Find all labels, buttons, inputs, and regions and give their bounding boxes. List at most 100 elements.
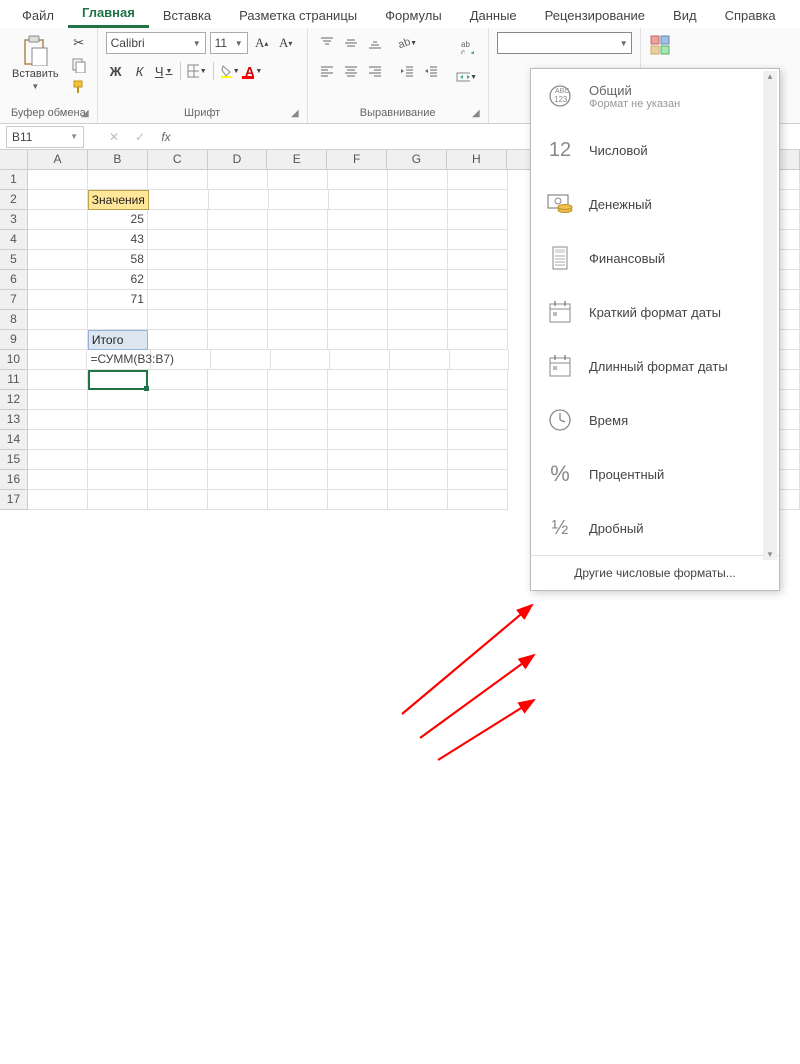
cell[interactable] xyxy=(448,190,508,210)
cell[interactable] xyxy=(388,410,448,430)
cell[interactable]: =СУММ(B3:B7) xyxy=(87,350,151,370)
cell[interactable] xyxy=(88,390,148,410)
name-box[interactable]: B11▼ xyxy=(6,126,84,148)
cell[interactable] xyxy=(388,490,448,510)
cell[interactable] xyxy=(28,190,88,210)
cell[interactable] xyxy=(268,230,328,250)
align-bottom-button[interactable] xyxy=(364,32,386,54)
format-time[interactable]: Время xyxy=(531,393,779,447)
col-header[interactable]: G xyxy=(387,150,447,170)
cell[interactable] xyxy=(388,310,448,330)
cell[interactable] xyxy=(448,490,508,510)
cell[interactable] xyxy=(268,290,328,310)
cell[interactable] xyxy=(149,190,209,210)
cut-button[interactable]: ✂ xyxy=(69,34,89,52)
cell[interactable] xyxy=(208,490,268,510)
cell[interactable] xyxy=(328,470,388,490)
cell[interactable] xyxy=(208,170,268,190)
tab-data[interactable]: Данные xyxy=(456,2,531,28)
align-center-button[interactable] xyxy=(340,60,362,82)
cell[interactable] xyxy=(448,290,508,310)
cell[interactable] xyxy=(28,310,88,330)
cell[interactable] xyxy=(208,370,268,390)
row-header[interactable]: 3 xyxy=(0,210,28,230)
font-dialog-icon[interactable]: ◢ xyxy=(291,108,299,119)
font-size-combo[interactable]: 11▼ xyxy=(210,32,248,54)
cell[interactable] xyxy=(269,190,329,210)
cell[interactable] xyxy=(208,470,268,490)
row-header[interactable]: 16 xyxy=(0,470,28,490)
cell[interactable] xyxy=(448,250,508,270)
cell[interactable] xyxy=(28,490,88,510)
row-header[interactable]: 1 xyxy=(0,170,28,190)
cell[interactable] xyxy=(329,190,389,210)
cell[interactable] xyxy=(388,330,448,350)
cell[interactable] xyxy=(328,170,388,190)
tab-review[interactable]: Рецензирование xyxy=(531,2,659,28)
row-header[interactable]: 5 xyxy=(0,250,28,270)
cell[interactable] xyxy=(148,410,208,430)
cell[interactable] xyxy=(271,350,331,370)
cell[interactable] xyxy=(328,230,388,250)
format-short-date[interactable]: Краткий формат даты xyxy=(531,285,779,339)
col-header[interactable]: E xyxy=(267,150,327,170)
cell[interactable] xyxy=(448,470,508,490)
cell[interactable] xyxy=(28,170,88,190)
cell[interactable] xyxy=(148,470,208,490)
cell[interactable] xyxy=(328,250,388,270)
tab-help[interactable]: Справка xyxy=(711,2,790,28)
cell[interactable]: 43 xyxy=(88,230,148,250)
row-header[interactable]: 14 xyxy=(0,430,28,450)
cell[interactable] xyxy=(268,370,328,390)
paste-button[interactable]: Вставить ▼ xyxy=(8,32,63,93)
fill-color-button[interactable]: ▼ xyxy=(220,60,240,82)
cell[interactable] xyxy=(88,430,148,450)
cell[interactable] xyxy=(448,310,508,330)
font-color-button[interactable]: A▼ xyxy=(244,60,264,82)
row-header[interactable]: 11 xyxy=(0,370,28,390)
col-header[interactable]: A xyxy=(28,150,88,170)
row-header[interactable]: 8 xyxy=(0,310,28,330)
cell[interactable] xyxy=(28,230,88,250)
align-top-button[interactable] xyxy=(316,32,338,54)
cell[interactable] xyxy=(448,170,508,190)
align-middle-button[interactable] xyxy=(340,32,362,54)
cell[interactable] xyxy=(148,230,208,250)
cell[interactable] xyxy=(268,170,328,190)
cell[interactable] xyxy=(388,230,448,250)
cell[interactable]: Итого xyxy=(88,330,148,350)
cell[interactable] xyxy=(28,390,88,410)
cell[interactable] xyxy=(268,310,328,330)
cell[interactable] xyxy=(88,170,148,190)
cell[interactable] xyxy=(148,210,208,230)
cell[interactable] xyxy=(148,170,208,190)
cell[interactable] xyxy=(208,310,268,330)
increase-indent-button[interactable] xyxy=(420,60,442,82)
row-header[interactable]: 6 xyxy=(0,270,28,290)
cell[interactable] xyxy=(148,490,208,510)
cell[interactable] xyxy=(148,310,208,330)
row-header[interactable]: 7 xyxy=(0,290,28,310)
cell[interactable] xyxy=(208,210,268,230)
cell[interactable] xyxy=(208,230,268,250)
format-currency[interactable]: Денежный xyxy=(531,177,779,231)
align-dialog-icon[interactable]: ◢ xyxy=(472,108,480,119)
cell[interactable] xyxy=(268,250,328,270)
cell[interactable] xyxy=(328,290,388,310)
format-accounting[interactable]: Финансовый xyxy=(531,231,779,285)
font-name-combo[interactable]: Calibri▼ xyxy=(106,32,206,54)
cell[interactable] xyxy=(28,250,88,270)
row-header[interactable]: 17 xyxy=(0,490,28,510)
cell[interactable] xyxy=(208,250,268,270)
cell[interactable] xyxy=(268,410,328,430)
cell[interactable] xyxy=(148,430,208,450)
cell[interactable] xyxy=(328,390,388,410)
cell[interactable] xyxy=(28,430,88,450)
cell[interactable] xyxy=(88,450,148,470)
cell[interactable] xyxy=(328,270,388,290)
cell[interactable] xyxy=(388,390,448,410)
cell[interactable] xyxy=(390,350,450,370)
cell[interactable] xyxy=(388,290,448,310)
cell[interactable] xyxy=(28,330,88,350)
cell[interactable] xyxy=(388,170,448,190)
